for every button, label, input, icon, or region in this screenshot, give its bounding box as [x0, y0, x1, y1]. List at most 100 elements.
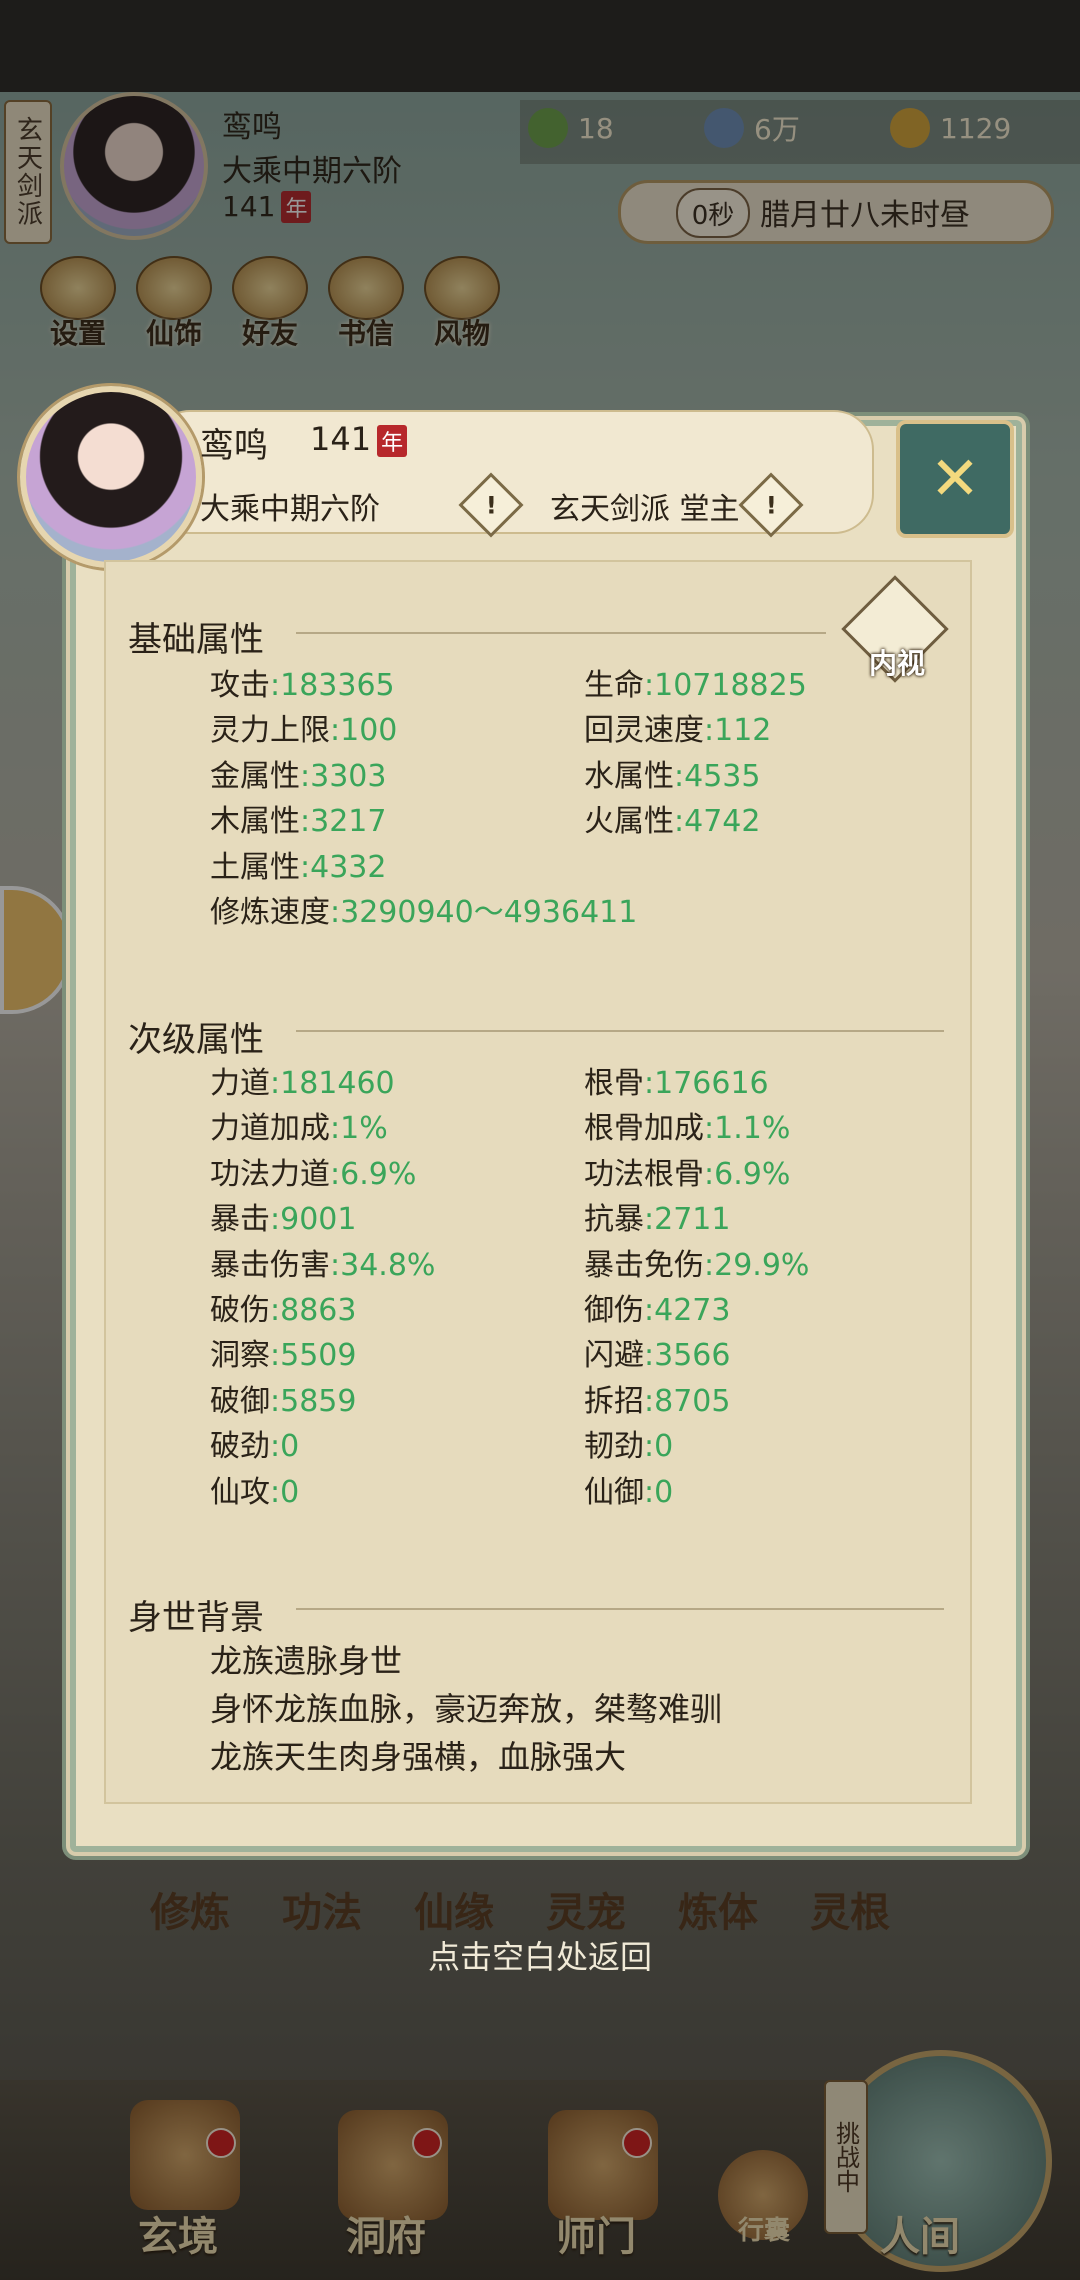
stat-value: 5509: [280, 1338, 357, 1374]
stat-row: 仙攻:0: [210, 1467, 299, 1511]
stat-separator: :: [300, 758, 311, 794]
close-icon: ✕: [929, 444, 981, 514]
stat-row: 洞察:5509: [210, 1330, 356, 1374]
stat-label: 破劲: [210, 1429, 270, 1465]
stat-label: 修炼速度: [210, 895, 330, 930]
stat-label: 暴击免伤: [584, 1247, 704, 1283]
character-realm: 大乘中期六阶: [200, 492, 380, 527]
stat-separator: :: [270, 1429, 281, 1465]
stat-row: 拆招:8705: [584, 1376, 730, 1420]
stat-label: 力道: [210, 1066, 270, 1101]
stat-value: 0: [280, 1429, 300, 1465]
stat-value: 183365: [280, 668, 395, 703]
stat-row: 水属性:4535: [584, 751, 760, 795]
stat-separator: :: [644, 1474, 655, 1510]
stat-row: 力道:181460: [210, 1058, 395, 1102]
stat-value: 6.9%: [714, 1156, 791, 1192]
stat-value: 4742: [684, 804, 761, 840]
stat-separator: :: [704, 1111, 715, 1147]
stat-separator: :: [270, 1066, 281, 1101]
stat-label: 土属性: [210, 849, 300, 885]
stat-separator: :: [644, 1383, 655, 1419]
stat-value: 112: [714, 713, 772, 749]
stat-label: 金属性: [210, 758, 300, 794]
stat-label: 破伤: [210, 1293, 270, 1328]
stat-row: 韧劲:0: [584, 1421, 673, 1465]
stat-label: 功法力道: [210, 1156, 330, 1192]
stat-separator: :: [300, 849, 311, 885]
inspect-button[interactable]: 内视: [841, 575, 949, 683]
stat-row: 根骨:176616: [584, 1058, 769, 1102]
stat-value: 3303: [310, 758, 387, 794]
section-title-basic: 基础属性: [128, 620, 264, 660]
stat-row: 功法根骨:6.9%: [584, 1149, 790, 1193]
background-line: 龙族遗脉身世: [210, 1642, 403, 1680]
stat-row: 暴击免伤:29.9%: [584, 1240, 809, 1284]
stat-value: 3217: [310, 804, 387, 840]
stat-row: 破劲:0: [210, 1421, 299, 1465]
character-sect-title: 玄天剑派 堂主: [550, 492, 740, 527]
stat-label: 仙御: [584, 1474, 644, 1510]
section-title-background: 身世背景: [128, 1598, 264, 1638]
stat-label: 洞察: [210, 1338, 270, 1374]
stat-row: 木属性:3217: [210, 796, 386, 840]
stat-value: 0: [280, 1474, 300, 1510]
stat-label: 根骨: [584, 1066, 644, 1101]
stat-separator: :: [270, 1383, 281, 1419]
stat-label: 暴击: [210, 1202, 270, 1238]
stat-label: 仙攻: [210, 1474, 270, 1510]
stat-label: 回灵速度: [584, 713, 704, 749]
stat-label: 木属性: [210, 804, 300, 840]
stat-value: 34.8%: [340, 1247, 436, 1283]
stat-row: 破伤:8863: [210, 1285, 356, 1329]
stat-label: 攻击: [210, 668, 270, 703]
stat-value: 4273: [654, 1293, 731, 1328]
stat-row: 暴击:9001: [210, 1194, 356, 1238]
stat-value: 4332: [310, 849, 387, 885]
stat-separator: :: [704, 713, 715, 749]
stat-row: 破御:5859: [210, 1376, 356, 1420]
stat-separator: :: [674, 804, 685, 840]
stat-row: 土属性:4332: [210, 842, 386, 886]
close-button[interactable]: ✕: [896, 420, 1014, 538]
stat-separator: :: [330, 1156, 341, 1192]
stat-value: 3290940～4936411: [340, 895, 638, 930]
panel-content[interactable]: 基础属性 内视 攻击:183365 灵力上限:100 金属性:3303 木属性:321…: [104, 560, 972, 1804]
stat-row: 闪避:3566: [584, 1330, 730, 1374]
stat-label: 水属性: [584, 758, 674, 794]
stat-label: 抗暴: [584, 1202, 644, 1238]
character-age: 141 年: [310, 420, 408, 458]
background-line: 龙族天生肉身强横，血脉强大: [210, 1738, 627, 1776]
stat-separator: :: [644, 1293, 655, 1328]
stat-separator: :: [270, 1338, 281, 1374]
stat-label: 火属性: [584, 804, 674, 840]
stat-row: 暴击伤害:34.8%: [210, 1240, 435, 1284]
stat-label: 根骨加成: [584, 1111, 704, 1147]
stat-separator: :: [270, 1474, 281, 1510]
stat-label: 破御: [210, 1383, 270, 1419]
stat-row: 仙御:0: [584, 1467, 673, 1511]
stat-label: 功法根骨: [584, 1156, 704, 1192]
stat-separator: :: [330, 895, 341, 930]
stat-value: 176616: [654, 1066, 769, 1101]
stat-value: 8863: [280, 1293, 357, 1328]
stat-value: 8705: [654, 1383, 731, 1419]
stat-row: 修炼速度:3290940～4936411: [210, 887, 637, 931]
stat-separator: :: [330, 713, 341, 749]
stat-label: 御伤: [584, 1293, 644, 1328]
stat-value: 0: [654, 1429, 674, 1465]
stat-label: 闪避: [584, 1338, 644, 1374]
stat-separator: :: [644, 1338, 655, 1374]
stat-separator: :: [300, 804, 311, 840]
stat-row: 生命:10718825: [584, 660, 807, 704]
stat-row: 力道加成:1%: [210, 1103, 388, 1147]
stat-label: 韧劲: [584, 1429, 644, 1465]
stat-value: 1.1%: [714, 1111, 791, 1147]
stat-separator: :: [270, 1202, 281, 1238]
stat-separator: :: [330, 1111, 341, 1147]
stat-label: 力道加成: [210, 1111, 330, 1147]
stat-row: 御伤:4273: [584, 1285, 730, 1329]
tap-blank-to-return-hint: 点击空白处返回: [427, 1938, 652, 1976]
stat-value: 4535: [684, 758, 761, 794]
stat-separator: :: [270, 1293, 281, 1328]
